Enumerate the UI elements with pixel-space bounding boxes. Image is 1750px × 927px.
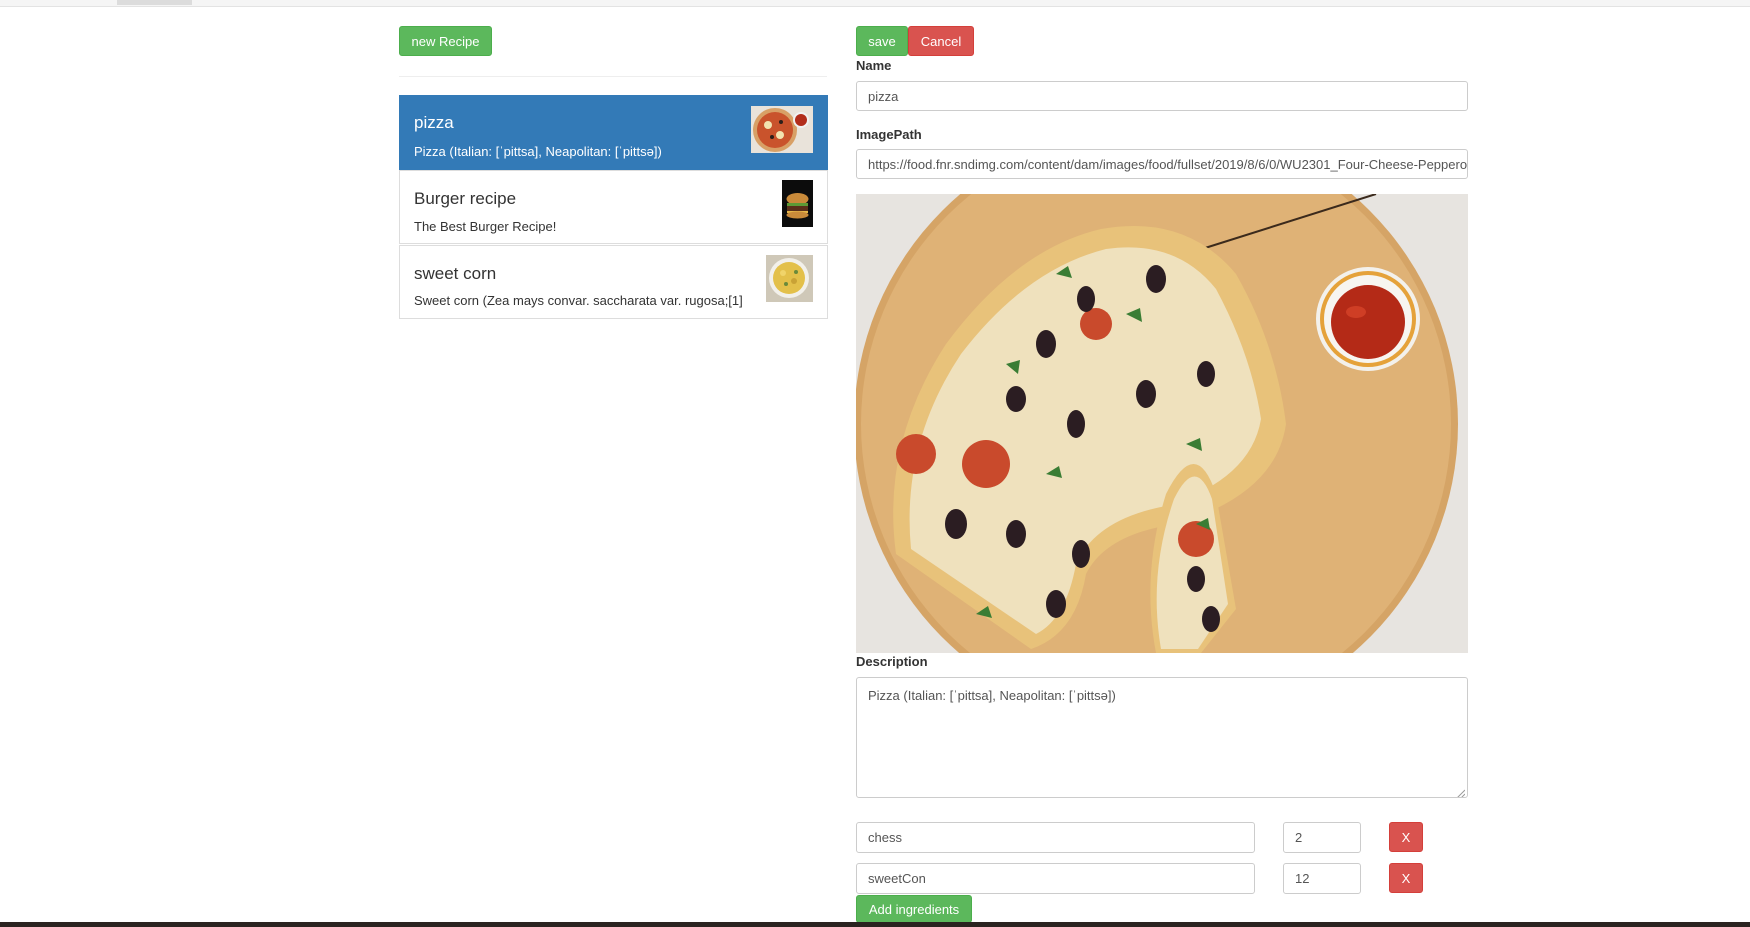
top-tab[interactable]: [117, 0, 192, 5]
recipe-list-item[interactable]: Burger recipe The Best Burger Recipe!: [399, 170, 828, 244]
recipe-description: Pizza (Italian: [ˈpittsa], Neapolitan: […: [414, 144, 662, 159]
taskbar-strip: [0, 922, 1750, 927]
recipe-thumbnail: [751, 106, 813, 153]
ingredient-amount-input[interactable]: 12: [1283, 863, 1361, 894]
description-text: Pizza (Italian: [ˈpittsa], Neapolitan: […: [868, 688, 1116, 703]
recipe-name: pizza: [414, 113, 454, 132]
recipe-image: [856, 194, 1468, 653]
save-button[interactable]: save: [856, 26, 908, 56]
ingredient-name-input[interactable]: sweetCon: [856, 863, 1255, 894]
imagepath-input[interactable]: https://food.fnr.sndimg.com/content/dam/…: [856, 149, 1468, 179]
add-ingredients-button[interactable]: Add ingredients: [856, 895, 972, 923]
recipe-description: The Best Burger Recipe!: [414, 219, 557, 234]
description-textarea[interactable]: Pizza (Italian: [ˈpittsa], Neapolitan: […: [856, 677, 1468, 798]
recipe-name: sweet corn: [414, 264, 497, 283]
recipe-thumbnail: [766, 255, 813, 302]
name-label: Name: [856, 58, 892, 73]
recipe-description: Sweet corn (Zea mays convar. saccharata …: [414, 293, 743, 308]
remove-ingredient-button[interactable]: X: [1389, 822, 1423, 852]
list-divider: [399, 76, 827, 77]
remove-ingredient-button[interactable]: X: [1389, 863, 1423, 893]
new-recipe-button[interactable]: new Recipe: [399, 26, 492, 56]
browser-top-bar: [0, 0, 1750, 7]
description-label: Description: [856, 654, 928, 669]
recipe-name: Burger recipe: [414, 189, 517, 208]
name-input[interactable]: pizza: [856, 81, 1468, 111]
recipe-list-item[interactable]: sweet corn Sweet corn (Zea mays convar. …: [399, 245, 828, 319]
imagepath-label: ImagePath: [856, 127, 922, 142]
ingredient-name-input[interactable]: chess: [856, 822, 1255, 853]
recipe-list-item[interactable]: pizza Pizza (Italian: [ˈpittsa], Neapoli…: [399, 95, 828, 170]
resize-handle-icon[interactable]: [1456, 786, 1466, 797]
recipe-thumbnail: [782, 180, 813, 227]
ingredient-amount-input[interactable]: 2: [1283, 822, 1361, 853]
cancel-button[interactable]: Cancel: [908, 26, 974, 56]
